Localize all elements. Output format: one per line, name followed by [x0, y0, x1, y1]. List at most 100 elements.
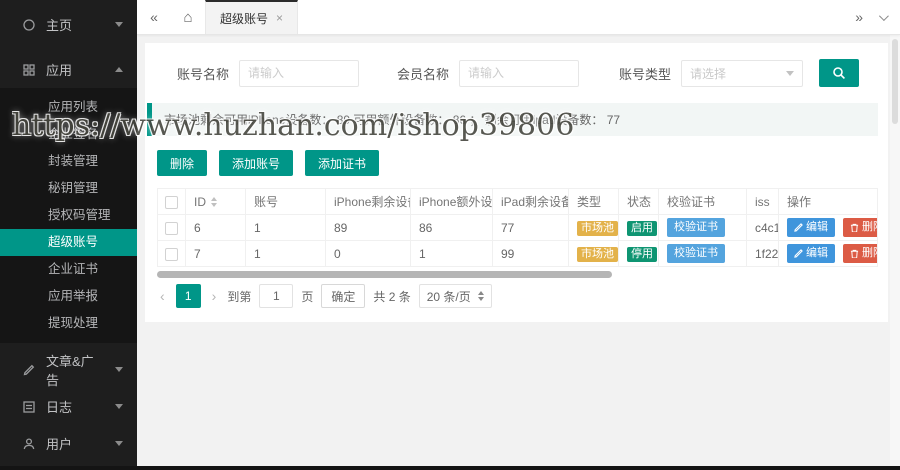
- sidebar-item-user[interactable]: 用户: [0, 425, 137, 462]
- next-page-icon[interactable]: ›: [209, 288, 220, 304]
- horizontal-scrollbar: [157, 271, 877, 278]
- delete-button[interactable]: 删除: [157, 150, 207, 176]
- sidebar-item-label: 文章&广告: [46, 351, 105, 389]
- edit-button[interactable]: 编辑: [787, 244, 835, 263]
- table-row: 7 1 0 1 99 市场池 停用 校验证书 1f228b 编辑: [158, 241, 878, 267]
- select-placeholder: 请选择: [690, 65, 726, 82]
- page-unit-label: 页: [301, 288, 313, 305]
- sidebar-item-app-report[interactable]: 应用举报: [0, 283, 137, 310]
- account-type-label: 账号类型: [619, 64, 671, 83]
- chevron-down-icon: [115, 404, 123, 409]
- collapse-sidebar-button[interactable]: «: [137, 0, 171, 34]
- type-badge: 市场池: [577, 221, 618, 236]
- account-type-select[interactable]: 请选择: [681, 60, 803, 87]
- vertical-scrollbar: [890, 35, 900, 466]
- chevron-down-icon: [115, 367, 123, 372]
- device-quota-notice: 市场池剩余可用iPhone设备数： 89 可用额外设备数： 86 ； 剩余可用i…: [147, 103, 878, 136]
- row-checkbox[interactable]: [165, 248, 178, 261]
- column-ipad-left: iPad剩余设备: [493, 189, 569, 215]
- apps-grid-icon: [22, 63, 36, 77]
- column-account: 账号: [246, 189, 326, 215]
- sidebar-item-enterprise-cert[interactable]: 企业证书: [0, 256, 137, 283]
- search-icon: [832, 66, 846, 80]
- close-icon[interactable]: ×: [276, 11, 283, 25]
- cell-account: 1: [246, 215, 326, 241]
- delete-label: 删除: [862, 247, 878, 260]
- sidebar-item-super-account[interactable]: 超级账号: [0, 229, 137, 256]
- cell-ipad-left: 99: [493, 241, 569, 267]
- column-operations: 操作: [779, 189, 878, 215]
- sidebar-item-label: 日志: [46, 397, 105, 416]
- confirm-button[interactable]: 确定: [321, 284, 365, 308]
- tab-menu-chevron-icon[interactable]: [879, 11, 889, 21]
- column-iphone-extra: iPhone额外设备: [411, 189, 493, 215]
- sidebar-item-withdraw-handle[interactable]: 提现处理: [0, 310, 137, 337]
- sidebar-item-home[interactable]: 主页: [0, 6, 137, 43]
- sidebar-item-package-manage[interactable]: 封装管理: [0, 148, 137, 175]
- edit-label: 编辑: [806, 247, 828, 260]
- sidebar-item-enterprise-sign[interactable]: 企业签名: [0, 121, 137, 148]
- delete-row-button[interactable]: 删除: [843, 244, 878, 263]
- user-icon: [22, 437, 36, 451]
- type-badge: 市场池: [577, 247, 618, 262]
- verify-cert-button[interactable]: 校验证书: [667, 218, 725, 237]
- sort-icon[interactable]: [211, 197, 217, 207]
- column-id: ID: [194, 195, 206, 209]
- column-iphone-left: iPhone剩余设备: [326, 189, 411, 215]
- sidebar-item-secret-key-manage[interactable]: 秘钥管理: [0, 175, 137, 202]
- sidebar-item-log[interactable]: 日志: [0, 388, 137, 425]
- verify-cert-button[interactable]: 校验证书: [667, 244, 725, 263]
- chevron-up-icon: [115, 67, 123, 72]
- member-name-input[interactable]: [459, 60, 579, 87]
- sidebar-item-label: 用户: [46, 434, 105, 453]
- search-form: 账号名称 会员名称 账号类型 请选择: [145, 55, 888, 103]
- status-badge: 启用: [627, 221, 657, 236]
- home-tab-icon[interactable]: ⌂: [171, 0, 205, 34]
- edit-label: 编辑: [806, 221, 828, 234]
- add-account-button[interactable]: 添加账号: [219, 150, 293, 176]
- more-tabs-icon[interactable]: »: [855, 9, 863, 25]
- sidebar-item-article-ads[interactable]: 文章&广告: [0, 351, 137, 388]
- trash-icon: [850, 223, 859, 233]
- main-content: 账号名称 会员名称 账号类型 请选择 市场池剩余可用iPhone设备数： 89 …: [137, 35, 900, 470]
- column-iss: iss: [747, 189, 779, 215]
- cell-id: 7: [186, 241, 246, 267]
- pagination: ‹ 1 › 到第 页 确定 共 2 条 20 条/页: [157, 284, 888, 308]
- home-icon: [22, 18, 36, 32]
- sidebar-submenu-apps: 应用列表 企业签名 封装管理 秘钥管理 授权码管理 超级账号 企业证书 应用举报…: [0, 88, 137, 343]
- content-card: 账号名称 会员名称 账号类型 请选择 市场池剩余可用iPhone设备数： 89 …: [145, 43, 888, 322]
- vertical-scrollbar-thumb[interactable]: [892, 39, 898, 124]
- page-size-select[interactable]: 20 条/页: [419, 284, 492, 308]
- search-button[interactable]: [819, 59, 859, 87]
- edit-button[interactable]: 编辑: [787, 218, 835, 237]
- goto-label: 到第: [227, 288, 251, 305]
- cell-id: 6: [186, 215, 246, 241]
- sidebar-item-app-list[interactable]: 应用列表: [0, 94, 137, 121]
- page-1-button[interactable]: 1: [176, 284, 201, 308]
- toolbar: 删除 添加账号 添加证书: [145, 150, 888, 188]
- select-all-checkbox[interactable]: [165, 196, 178, 209]
- horizontal-scrollbar-thumb[interactable]: [157, 271, 612, 278]
- delete-row-button[interactable]: 删除: [843, 218, 878, 237]
- delete-label: 删除: [862, 221, 878, 234]
- goto-page-input[interactable]: [259, 284, 293, 308]
- sidebar-item-label: 主页: [46, 15, 105, 34]
- chevron-down-icon: [115, 441, 123, 446]
- accounts-table: ID 账号 iPhone剩余设备 iPhone额外设备 iPad剩余设备 类型 …: [157, 188, 878, 267]
- tab-label: 超级账号: [220, 10, 268, 27]
- tab-super-account[interactable]: 超级账号 ×: [205, 0, 298, 34]
- prev-page-icon[interactable]: ‹: [157, 288, 168, 304]
- log-icon: [22, 400, 36, 414]
- sidebar-item-label: 应用: [46, 60, 105, 79]
- add-cert-button[interactable]: 添加证书: [305, 150, 379, 176]
- updown-arrows-icon: [478, 291, 484, 301]
- sidebar-item-auth-code-manage[interactable]: 授权码管理: [0, 202, 137, 229]
- account-name-input[interactable]: [239, 60, 359, 87]
- cell-account: 1: [246, 241, 326, 267]
- trash-icon: [850, 249, 859, 259]
- column-type: 类型: [569, 189, 619, 215]
- table-row: 6 1 89 86 77 市场池 启用 校验证书 c4c1fc 编辑: [158, 215, 878, 241]
- sidebar-item-apps[interactable]: 应用: [0, 51, 137, 88]
- row-checkbox[interactable]: [165, 222, 178, 235]
- status-badge: 停用: [627, 247, 657, 262]
